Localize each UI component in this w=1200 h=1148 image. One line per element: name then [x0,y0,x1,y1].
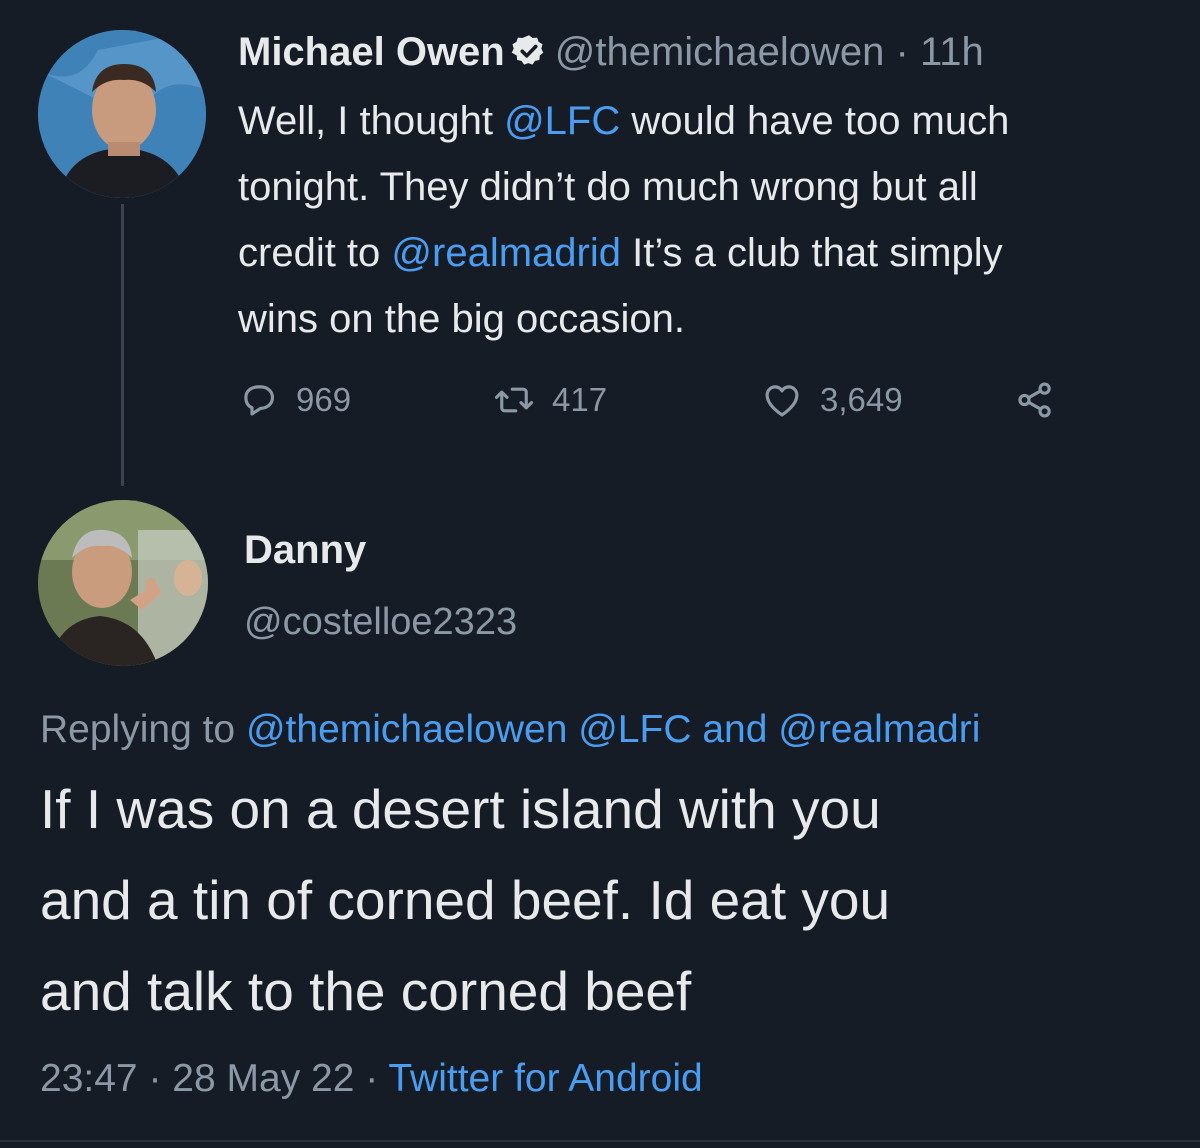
tweet-body: Well, I thought @LFC would have too much… [238,88,1200,352]
reply-author-name[interactable]: Danny [244,524,366,576]
reply-body: If I was on a desert island with you and… [40,764,1190,1037]
reply-text-line: and a tin of corned beef. Id eat you [40,869,891,931]
share-icon [1014,379,1056,421]
retweet-button[interactable]: 417 [492,375,607,425]
like-icon [760,379,804,421]
tweet-text-line: wins on the big occasion. [238,297,685,341]
verified-badge-icon [511,30,547,82]
mention-realmadrid-link[interactable]: @realmadrid [391,231,621,275]
like-button[interactable]: 3,649 [760,375,903,425]
tweet-text-part: Well, I thought [238,99,505,143]
meta-separator: · [148,1057,162,1100]
reply-count: 969 [296,381,352,418]
bottom-divider [0,1140,1200,1142]
retweet-icon [492,379,536,421]
tweet-text-part: It’s a club that simply [620,231,1003,275]
reply-meta: 23:47 · 28 May 22 · Twitter for Android [40,1052,703,1106]
danny-avatar[interactable] [38,500,208,666]
tweet-actions-bar: 969 417 3,649 [238,375,1098,425]
share-button[interactable] [1014,375,1056,425]
author-name[interactable]: Michael Owen [238,30,505,74]
thread-connector-line [121,204,124,486]
reply-button[interactable]: 969 [238,375,351,425]
reply-date[interactable]: 28 May 22 [172,1057,354,1100]
mention-lfc-link[interactable]: @LFC [504,99,620,143]
tweet-text-part: credit to [238,231,392,275]
author-handle[interactable]: @themichaelowen [555,30,885,74]
reply-source-link[interactable]: Twitter for Android [388,1057,702,1100]
tweet-text-line: tonight. They didn’t do much wrong but a… [238,165,978,209]
reply-author-handle[interactable]: @costelloe2323 [244,596,517,648]
tweet-text-part: would have too much [620,99,1010,143]
header-separator: · [895,30,909,74]
reply-icon [238,379,280,421]
reply-time[interactable]: 23:47 [40,1057,138,1100]
reply-text-line: If I was on a desert island with you [40,778,881,840]
like-count: 3,649 [820,381,903,418]
michael-owen-avatar[interactable] [38,30,206,198]
tweet-time-ago[interactable]: 11h [920,30,984,74]
meta-separator: · [365,1057,379,1100]
tweet-header: Michael Owen @themichaelowen · 11h [238,26,984,82]
replying-to-mentions[interactable]: @themichaelowen @LFC and @realmadri [246,708,980,751]
reply-text-line: and talk to the corned beef [40,960,692,1022]
retweet-count: 417 [552,381,608,418]
replying-to-line: Replying to @themichaelowen @LFC and @re… [40,704,980,756]
replying-to-prefix: Replying to [40,708,246,751]
